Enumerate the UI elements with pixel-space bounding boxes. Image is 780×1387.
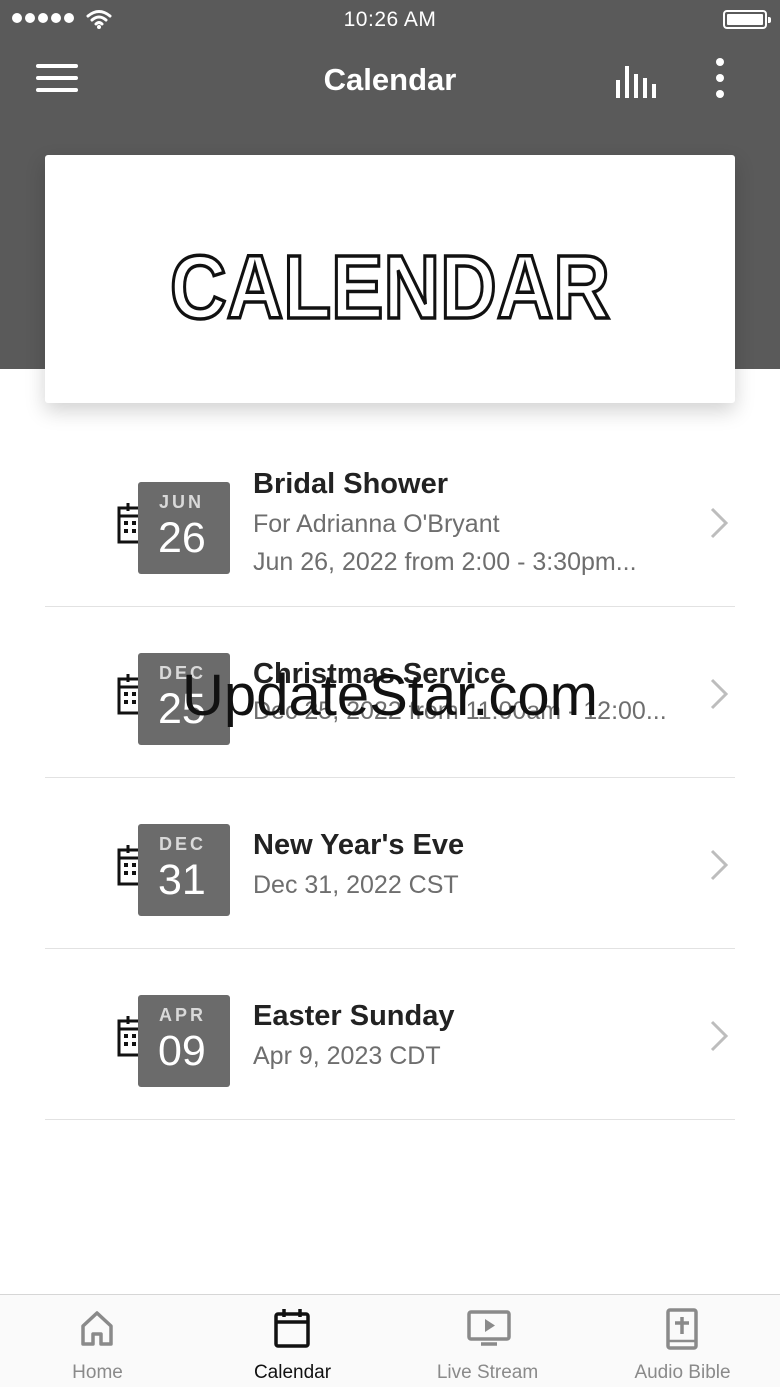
home-icon [81, 1311, 113, 1346]
event-row-christmas-service[interactable]: DEC 25 Christmas Service Dec 25, 2022 fr… [45, 607, 735, 778]
tab-label: Home [72, 1362, 123, 1383]
event-row-bridal-shower[interactable]: JUN 26 Bridal Shower For Adrianna O'Brya… [45, 436, 735, 607]
date-tile: APR 09 [138, 995, 230, 1087]
live-stream-icon [467, 1310, 511, 1346]
date-month: DEC [159, 834, 207, 854]
calendar-icon [274, 1309, 310, 1348]
event-title: Christmas Service [253, 658, 507, 690]
event-title: Bridal Shower [253, 468, 448, 500]
tab-label: Calendar [253, 1362, 332, 1383]
date-month: JUN [159, 492, 205, 512]
event-title: Easter Sunday [253, 1000, 455, 1032]
date-day: 25 [158, 685, 206, 733]
status-bar: 10:26 AM [0, 0, 780, 40]
tab-label: Audio Bible [634, 1362, 731, 1383]
event-row-new-years-eve[interactable]: DEC 31 New Year's Eve Dec 31, 2022 CST [45, 778, 735, 949]
tab-bar: Home Calendar Live Stream Audio Bible [0, 1294, 780, 1387]
calendar-banner: CALENDAR [45, 155, 735, 403]
chevron-right-icon [710, 507, 729, 539]
tab-live-stream[interactable]: Live Stream [390, 1295, 585, 1387]
tab-calendar[interactable]: Calendar [195, 1295, 390, 1387]
date-tile: JUN 26 [138, 482, 230, 574]
event-row-easter-sunday[interactable]: APR 09 Easter Sunday Apr 9, 2023 CDT [45, 949, 735, 1120]
nav-bar: Calendar [0, 44, 780, 116]
event-datetime: Dec 31, 2022 CST [253, 871, 459, 899]
tab-audio-bible[interactable]: Audio Bible [585, 1295, 780, 1387]
event-subtitle: For Adrianna O'Bryant [253, 510, 500, 538]
date-day: 26 [158, 514, 206, 562]
tab-label: Live Stream [436, 1362, 539, 1383]
more-options-icon[interactable] [706, 58, 734, 102]
tab-home[interactable]: Home [0, 1295, 195, 1387]
event-datetime: Dec 25, 2022 from 11:00am - 12:00... [253, 697, 667, 725]
status-time: 10:26 AM [343, 8, 437, 31]
event-datetime: Apr 9, 2023 CDT [253, 1042, 441, 1070]
chevron-right-icon [710, 678, 729, 710]
date-day: 31 [158, 856, 206, 904]
banner-text: CALENDAR [170, 238, 610, 338]
event-datetime: Jun 26, 2022 from 2:00 - 3:30pm... [253, 548, 637, 576]
audio-bars-icon[interactable] [612, 62, 662, 102]
date-tile: DEC 25 [138, 653, 230, 745]
date-tile: DEC 31 [138, 824, 230, 916]
date-month: DEC [159, 663, 207, 683]
date-day: 09 [158, 1027, 206, 1075]
chevron-right-icon [710, 1020, 729, 1052]
menu-icon[interactable] [36, 64, 82, 100]
date-month: APR [159, 1005, 207, 1025]
event-title: New Year's Eve [253, 829, 465, 861]
bible-icon [666, 1308, 698, 1350]
battery-icon [723, 10, 771, 29]
chevron-right-icon [710, 849, 729, 881]
event-list: JUN 26 Bridal Shower For Adrianna O'Brya… [45, 436, 735, 1120]
page-title: Calendar [323, 62, 457, 97]
